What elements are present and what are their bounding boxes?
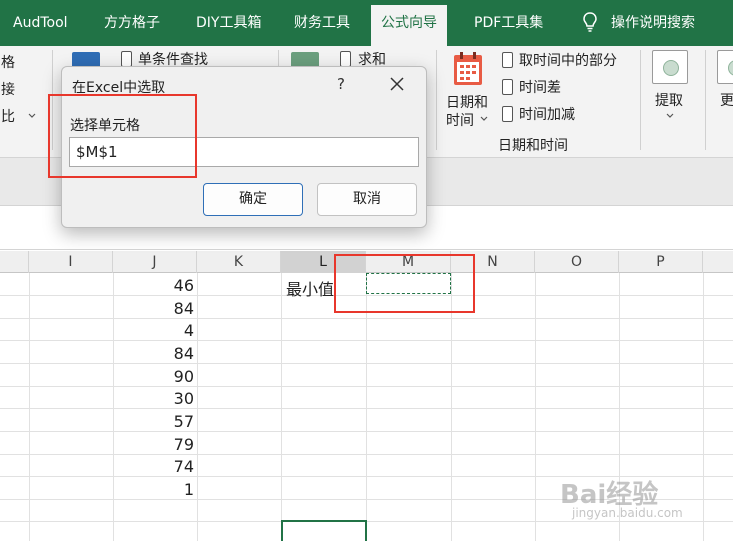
datetime-group-label: 日期和时间 xyxy=(498,138,568,154)
time-add-subtract-button[interactable]: 时间加减 xyxy=(519,104,575,124)
group-separator xyxy=(436,50,437,150)
help-button[interactable]: ? xyxy=(337,75,345,93)
cell-j5[interactable]: 90 xyxy=(114,367,194,386)
ribbon-partial-label[interactable]: 格 xyxy=(1,52,15,72)
column-header-p[interactable]: P xyxy=(619,251,703,273)
highlight-box-cell-m1 xyxy=(334,254,475,313)
row-header-corner xyxy=(0,251,29,273)
cell-j6[interactable]: 30 xyxy=(114,389,194,408)
cancel-button[interactable]: 取消 xyxy=(317,183,417,216)
document-icon xyxy=(121,51,132,67)
active-cell-cursor[interactable] xyxy=(281,520,367,541)
column-header-i[interactable]: I xyxy=(29,251,113,273)
tab-formula-wizard[interactable]: 公式向导 xyxy=(371,5,447,46)
column-header-k[interactable]: K xyxy=(197,251,281,273)
document-icon xyxy=(502,106,513,122)
ok-button[interactable]: 确定 xyxy=(203,183,303,216)
more-button-icon[interactable] xyxy=(717,50,733,84)
document-icon xyxy=(502,52,513,68)
cell-j4[interactable]: 84 xyxy=(114,344,194,363)
extract-button-icon[interactable] xyxy=(652,50,688,84)
cell-l1[interactable]: 最小值 xyxy=(286,276,334,300)
tab-finance-tools[interactable]: 财务工具 xyxy=(294,0,350,46)
tab-search-help[interactable]: 操作说明搜索 xyxy=(611,0,695,46)
cell-j10[interactable]: 1 xyxy=(114,480,194,499)
cell-j3[interactable]: 4 xyxy=(114,321,194,340)
ribbon-partial-label[interactable]: 接 xyxy=(1,79,15,99)
time-difference-button[interactable]: 时间差 xyxy=(519,77,561,97)
cell-j2[interactable]: 84 xyxy=(114,299,194,318)
close-icon[interactable] xyxy=(388,75,406,93)
extract-time-part-button[interactable]: 取时间中的部分 xyxy=(519,50,617,70)
tab-audtool[interactable]: AudTool xyxy=(13,0,68,46)
chevron-down-icon xyxy=(480,116,488,121)
tab-diy-toolbox[interactable]: DIY工具箱 xyxy=(196,0,261,46)
group-separator xyxy=(705,50,706,150)
highlight-box-input xyxy=(48,94,197,178)
column-header-o[interactable]: O xyxy=(535,251,619,273)
more-button-label[interactable]: 更 xyxy=(720,90,733,110)
tab-fangfang[interactable]: 方方格子 xyxy=(104,0,160,46)
chevron-down-icon xyxy=(666,113,674,118)
cell-j9[interactable]: 74 xyxy=(114,457,194,476)
document-icon xyxy=(340,51,351,67)
tab-pdf-tools[interactable]: PDF工具集 xyxy=(474,0,543,46)
datetime-button-label[interactable]: 时间 xyxy=(446,110,474,130)
lightbulb-icon xyxy=(583,12,597,32)
column-header-j[interactable]: J xyxy=(113,251,197,273)
ribbon-partial-label[interactable]: 比 xyxy=(1,106,15,126)
ribbon-tab-bar: AudTool 方方格子 DIY工具箱 财务工具 公式向导 PDF工具集 操作说… xyxy=(0,0,733,46)
watermark-url: jingyan.baidu.com xyxy=(572,506,683,520)
chevron-down-icon xyxy=(28,113,36,118)
datetime-button-label[interactable]: 日期和 xyxy=(446,92,488,112)
cell-j7[interactable]: 57 xyxy=(114,412,194,431)
extract-button-label[interactable]: 提取 xyxy=(655,90,683,110)
calendar-icon[interactable] xyxy=(453,52,483,86)
cell-j8[interactable]: 79 xyxy=(114,435,194,454)
document-icon xyxy=(502,79,513,95)
cell-j1[interactable]: 46 xyxy=(114,276,194,295)
group-separator xyxy=(640,50,641,150)
